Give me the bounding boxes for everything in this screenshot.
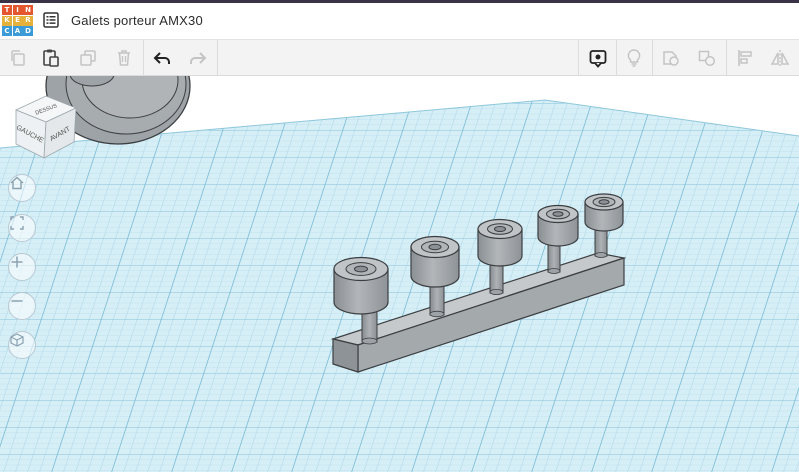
copy-button[interactable]	[4, 44, 32, 72]
mirror-button[interactable]	[766, 44, 794, 72]
ungroup-icon	[698, 50, 716, 67]
app-header: T I N K E R C A D Galets porteur AMX30	[0, 0, 799, 40]
logo-letter: R	[23, 15, 33, 26]
logo-letter: N	[23, 5, 33, 15]
hint-button[interactable]	[620, 44, 648, 72]
toolbar-divider	[217, 40, 218, 76]
toolbar-divider	[616, 40, 617, 76]
undo-icon	[153, 52, 170, 64]
workplane-viewport[interactable]: DESSUS GAUCHE AVANT	[0, 76, 799, 472]
logo-letter: C	[2, 26, 12, 36]
notes-button[interactable]	[584, 44, 612, 72]
home-view-icon	[10, 176, 24, 190]
zoom-out-button[interactable]	[8, 292, 36, 320]
redo-icon	[190, 52, 207, 64]
mirror-icon	[770, 50, 790, 66]
delete-button[interactable]	[110, 44, 138, 72]
tinkercad-logo[interactable]: T I N K E R C A D	[2, 5, 33, 36]
ungroup-button[interactable]	[693, 44, 721, 72]
edit-toolbar	[0, 40, 799, 76]
fit-all-button[interactable]	[8, 214, 36, 242]
duplicate-button[interactable]	[74, 44, 102, 72]
design-title[interactable]: Galets porteur AMX30	[71, 13, 203, 28]
zoom-out-icon	[11, 300, 23, 302]
align-icon	[738, 50, 752, 66]
undo-button[interactable]	[148, 44, 176, 72]
toolbar-divider	[578, 40, 579, 76]
align-button[interactable]	[731, 44, 759, 72]
paste-icon	[43, 49, 59, 67]
logo-letter: I	[12, 5, 23, 15]
toolbar-divider	[652, 40, 653, 76]
duplicate-icon	[80, 50, 96, 66]
toolbar-divider	[143, 40, 144, 76]
home-view-button[interactable]	[8, 174, 36, 202]
workplane-grid[interactable]	[0, 99, 799, 472]
paste-button[interactable]	[37, 44, 65, 72]
perspective-button[interactable]	[8, 331, 36, 359]
redo-button[interactable]	[184, 44, 212, 72]
copy-icon	[11, 50, 25, 66]
logo-letter: T	[2, 5, 12, 15]
tinkercad-editor: T I N K E R C A D Galets porteur AMX30 D…	[0, 0, 799, 472]
comment-icon	[589, 50, 607, 68]
workplane-scene[interactable]: DESSUS GAUCHE AVANT	[0, 76, 799, 472]
logo-letter: K	[2, 15, 12, 26]
fit-all-icon	[10, 216, 24, 230]
zoom-in-icon	[11, 256, 23, 268]
group-button[interactable]	[657, 44, 685, 72]
perspective-icon	[10, 333, 24, 347]
toolbar-divider	[726, 40, 727, 76]
logo-letter: D	[23, 26, 33, 36]
group-icon	[663, 51, 679, 66]
delete-icon	[118, 50, 130, 66]
design-list-icon[interactable]	[43, 12, 59, 28]
lightbulb-icon	[627, 49, 641, 67]
zoom-in-button[interactable]	[8, 253, 36, 281]
logo-letter: A	[12, 26, 23, 36]
logo-letter: E	[12, 15, 23, 26]
